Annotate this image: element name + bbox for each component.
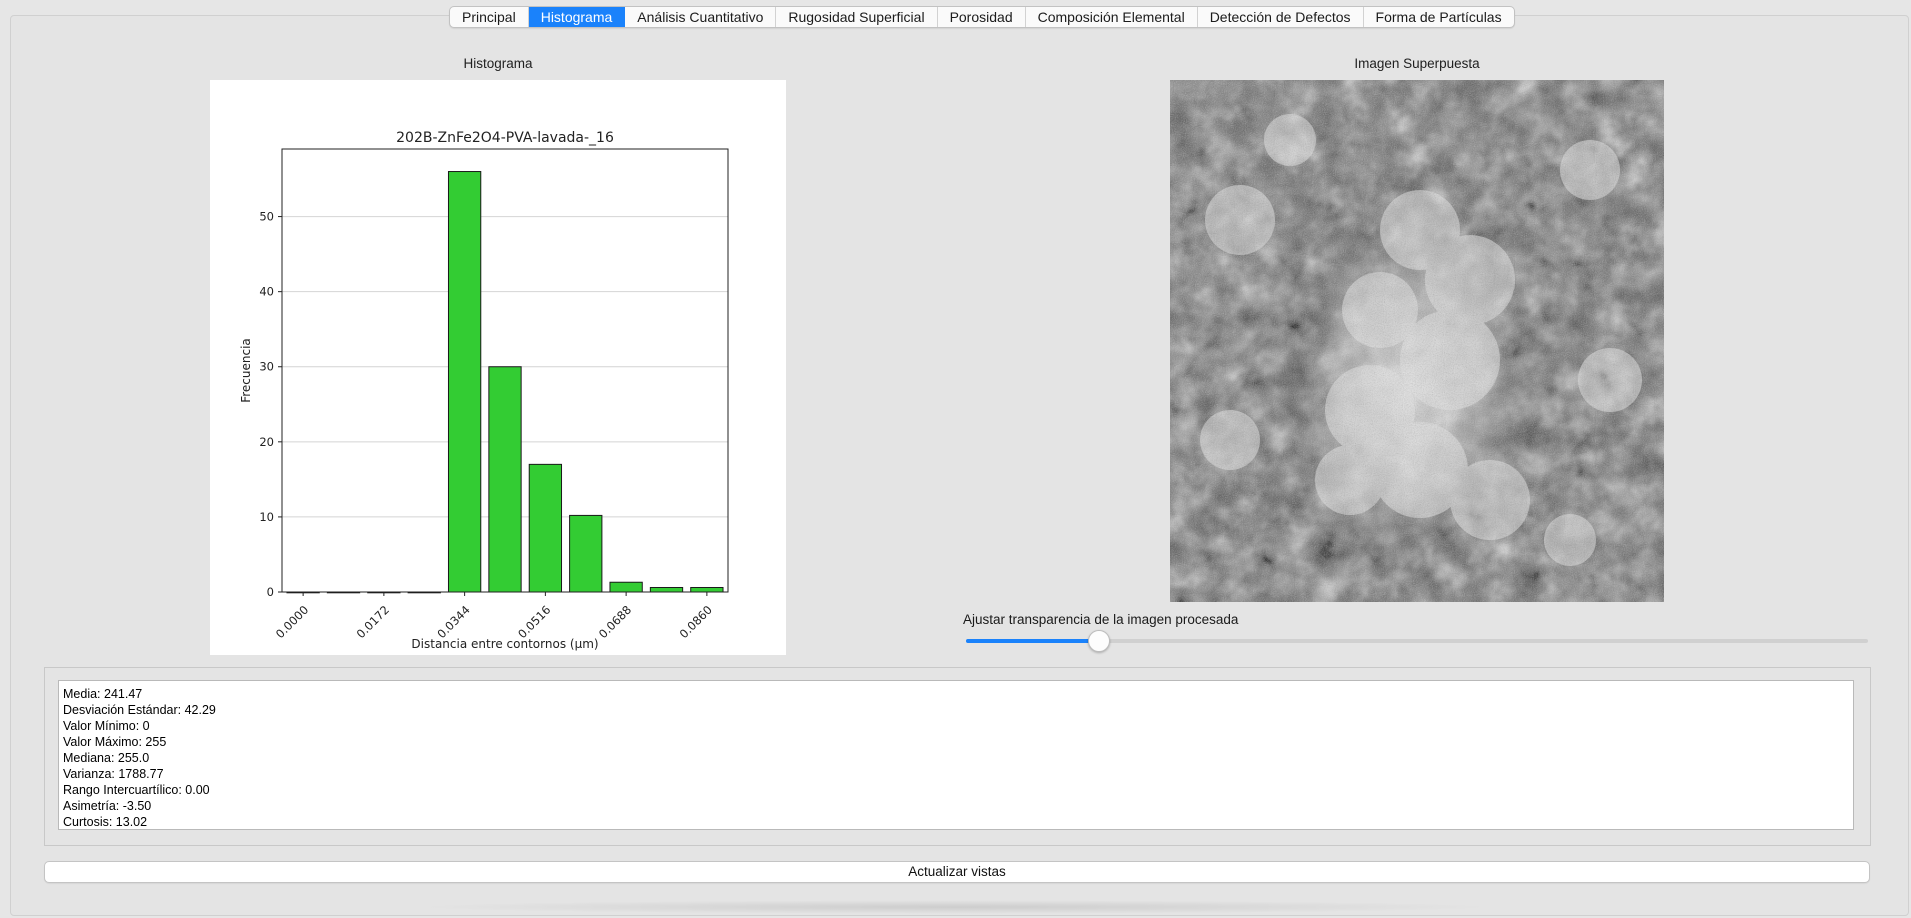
y-tick-label: 20	[259, 435, 274, 449]
y-tick-label: 50	[259, 210, 274, 224]
stat-line: Varianza: 1788.77	[63, 767, 164, 781]
histogram-panel-title: Histograma	[463, 56, 533, 71]
tab-deteccion-de-defectos[interactable]: Detección de Defectos	[1198, 7, 1364, 27]
histogram-bar	[690, 586, 724, 593]
histogram-bar	[649, 586, 684, 593]
slider-handle[interactable]	[1087, 630, 1110, 652]
window-shadow	[410, 900, 1500, 914]
chart-title: 202B-ZnFe2O4-PVA-lavada-_16	[396, 130, 614, 146]
tab-principal[interactable]: Principal	[450, 7, 529, 27]
histogram-bar	[569, 514, 603, 593]
stat-line: Valor Mínimo: 0	[63, 719, 150, 733]
y-tick-label: 40	[259, 285, 274, 299]
transparency-slider[interactable]	[966, 630, 1868, 652]
x-tick-label: 0.0000	[273, 603, 311, 641]
tab-rugosidad-superficial[interactable]: Rugosidad Superficial	[776, 7, 938, 27]
refresh-views-button[interactable]: Actualizar vistas	[44, 861, 1870, 883]
statistics-group: Media: 241.47 Desviación Estándar: 42.29 V…	[44, 667, 1871, 846]
stat-line: Asimetría: -3.50	[63, 799, 152, 813]
tab-analisis-cuantitativo[interactable]: Análisis Cuantitativo	[625, 7, 777, 27]
histogram-svg: 0 10 20 30 40 50 0.0000 0.0172 0.0344 0.0516 0.068…	[239, 130, 729, 651]
y-tick-label: 10	[259, 510, 274, 524]
stat-line: Mediana: 255.0	[63, 751, 150, 765]
x-tick-label: 0.0688	[596, 603, 634, 641]
x-axis-label: Distancia entre contornos (µm)	[411, 637, 598, 651]
stat-line: Desviación Estándar: 42.29	[63, 703, 216, 717]
stat-line: Rango Intercuartílico: 0.00	[63, 783, 210, 797]
tab-composicion-elemental[interactable]: Composición Elemental	[1026, 7, 1198, 27]
overlay-image	[1170, 80, 1664, 602]
y-tick-label: 30	[259, 360, 274, 374]
stat-line: Media: 241.47	[63, 687, 143, 701]
transparency-slider-label: Ajustar transparencia de la imagen proce…	[963, 612, 1239, 627]
slider-fill	[966, 639, 1098, 643]
stat-line: Valor Máximo: 255	[63, 735, 167, 749]
sem-micrograph	[1170, 80, 1664, 602]
histogram-bar	[488, 366, 522, 593]
histogram-chart: 0 10 20 30 40 50 0.0000 0.0172 0.0344 0.0516 0.068…	[210, 80, 786, 655]
tab-bar: Principal Histograma Análisis Cuantitativo…	[449, 6, 1515, 28]
tab-porosidad[interactable]: Porosidad	[938, 7, 1026, 27]
histogram-bar	[528, 463, 563, 593]
x-tick-label: 0.0172	[354, 603, 392, 641]
y-axis-label: Frecuencia	[239, 338, 253, 403]
x-tick-label: 0.0860	[677, 603, 715, 641]
overlay-panel-title: Imagen Superpuesta	[1354, 56, 1480, 71]
tab-forma-de-particulas[interactable]: Forma de Partículas	[1364, 7, 1514, 27]
histogram-bar	[447, 171, 482, 593]
statistics-text-area[interactable]: Media: 241.47 Desviación Estándar: 42.29 V…	[58, 680, 1854, 830]
histogram-bar	[609, 581, 643, 593]
y-tick-label: 0	[267, 585, 274, 599]
tab-histograma[interactable]: Histograma	[528, 7, 626, 27]
x-tick-label: 0.0344	[434, 603, 472, 641]
x-tick-label: 0.0516	[515, 603, 553, 641]
stat-line: Curtosis: 13.02	[63, 815, 148, 829]
